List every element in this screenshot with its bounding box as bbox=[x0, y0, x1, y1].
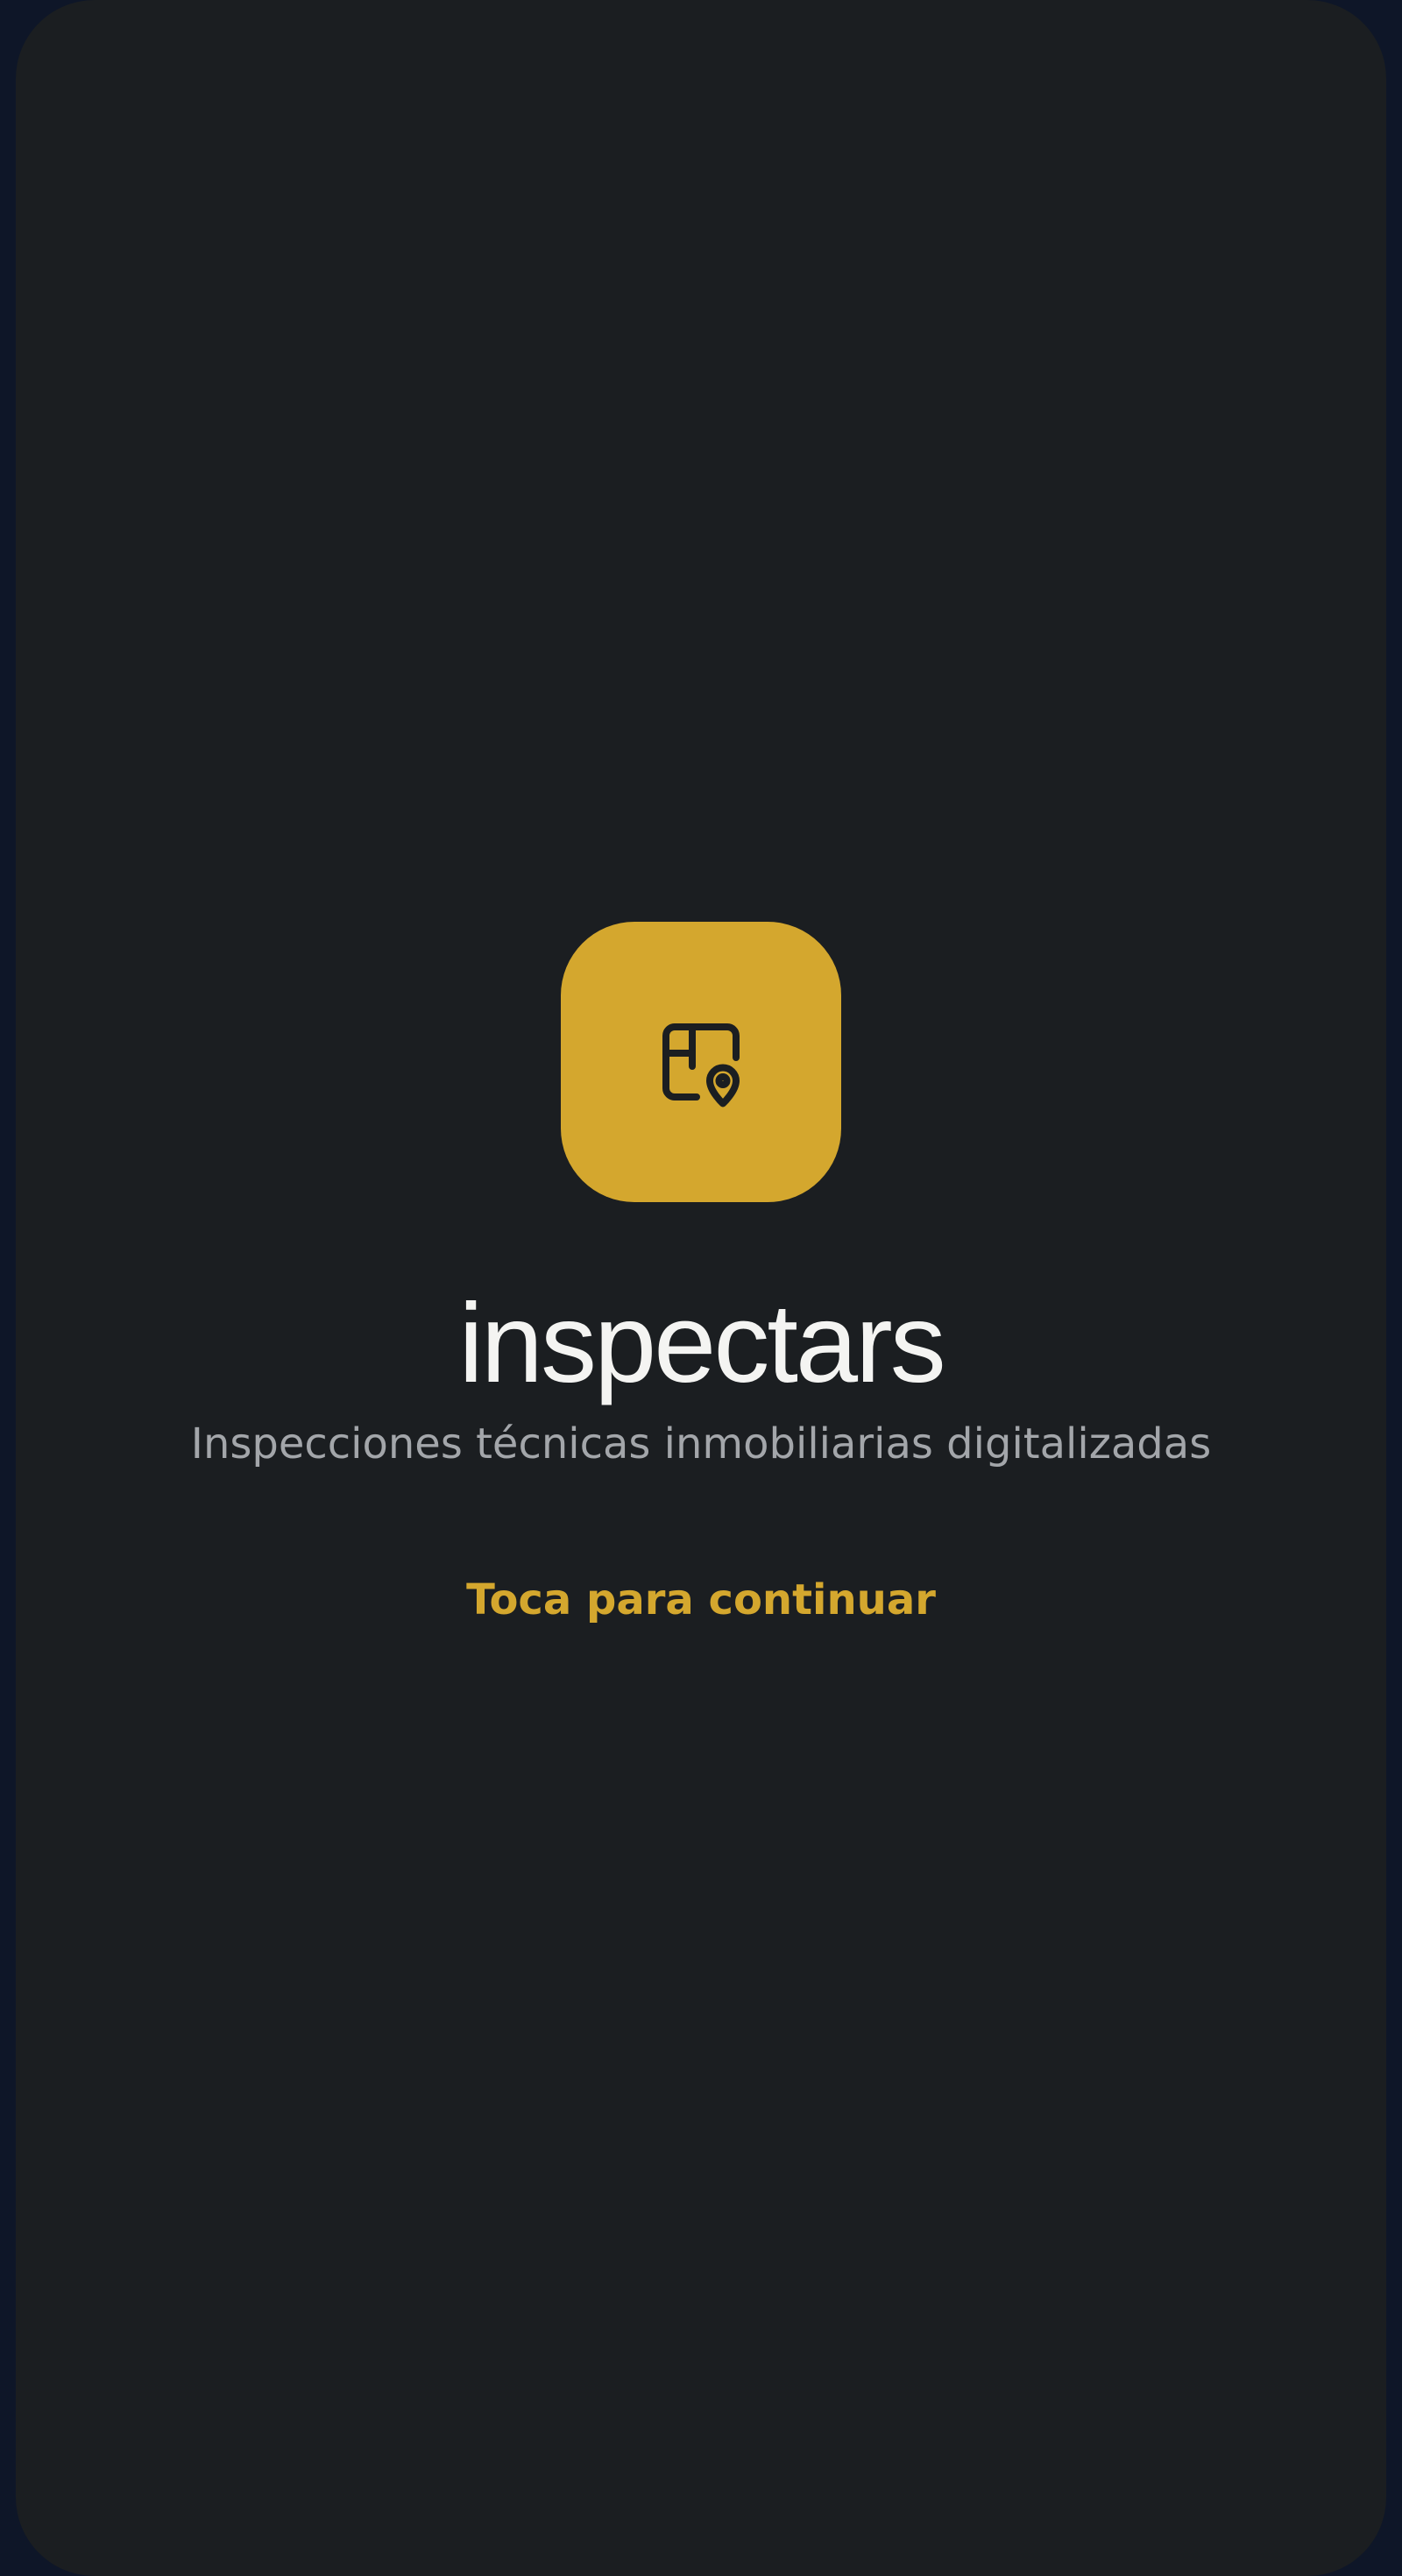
splash-content: inspectars Inspecciones técnicas inmobil… bbox=[16, 922, 1386, 1626]
device-frame: inspectars Inspecciones técnicas inmobil… bbox=[0, 0, 1402, 2576]
tap-to-continue-button[interactable]: Toca para continuar bbox=[466, 1574, 936, 1626]
app-icon-tile bbox=[561, 922, 841, 1202]
app-tagline: Inspecciones técnicas inmobiliarias digi… bbox=[190, 1419, 1212, 1468]
app-name: inspectars bbox=[458, 1281, 945, 1406]
floorplan-location-pin-icon bbox=[662, 1023, 740, 1108]
splash-screen[interactable]: inspectars Inspecciones técnicas inmobil… bbox=[16, 0, 1386, 2576]
